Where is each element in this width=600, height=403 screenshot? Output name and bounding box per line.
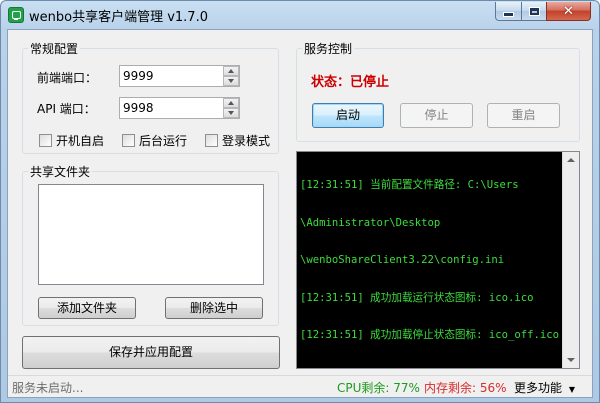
- window-title: wenbo共享客户端管理 v1.7.0: [29, 10, 208, 25]
- minimize-button[interactable]: [495, 2, 522, 21]
- shared-folders-list[interactable]: [38, 184, 264, 285]
- log-scrollbar[interactable]: [562, 152, 579, 368]
- arrow-up-icon: [228, 69, 234, 73]
- delete-selected-button[interactable]: 删除选中: [165, 297, 263, 319]
- log-line: [12:31:51] 成功加载停止状态图标: ico_off.ico: [300, 329, 560, 341]
- stop-button[interactable]: 停止: [400, 103, 473, 128]
- arrow-down-icon: [228, 111, 234, 115]
- autostart-label: 开机自启: [56, 134, 105, 148]
- close-icon: ✕: [563, 3, 574, 19]
- autostart-checkbox-box[interactable]: [39, 134, 52, 147]
- add-folder-button[interactable]: 添加文件夹: [38, 297, 136, 319]
- api-port-down-button[interactable]: [223, 108, 239, 118]
- api-port-up-button[interactable]: [223, 98, 239, 108]
- background-run-checkbox[interactable]: 后台运行: [122, 132, 187, 149]
- arrow-down-icon: [228, 79, 234, 83]
- close-button[interactable]: ✕: [546, 2, 591, 21]
- service-status-text: 状态：已停止: [311, 75, 390, 90]
- app-window: wenbo共享客户端管理 v1.7.0 ✕ 常规配置 前端端口： 9999 AP…: [0, 0, 600, 403]
- more-functions-label: 更多功能: [514, 381, 563, 395]
- api-port-label: API 端口：: [37, 102, 96, 116]
- background-run-label: 后台运行: [139, 134, 188, 148]
- app-logo-icon: [8, 7, 24, 23]
- start-button[interactable]: 启动: [312, 103, 384, 128]
- arrow-up-icon: [567, 158, 575, 162]
- service-control-title: 服务控制: [302, 40, 355, 57]
- cpu-remaining: CPU剩余: 77%: [337, 381, 420, 395]
- api-port-spin-buttons: [223, 98, 239, 118]
- autostart-checkbox[interactable]: 开机自启: [39, 132, 104, 149]
- client-area: 常规配置 前端端口： 9999 API 端口： 9998 开机自启 后台运行 登…: [7, 29, 593, 398]
- save-apply-button[interactable]: 保存并应用配置: [22, 336, 280, 369]
- frontend-port-spin-buttons: [223, 66, 239, 86]
- scroll-up-button[interactable]: [563, 152, 579, 168]
- arrow-down-icon: [567, 358, 575, 362]
- frontend-port-value[interactable]: 9999: [123, 69, 154, 83]
- memory-remaining: 内存剩余: 56%: [424, 381, 507, 395]
- shared-folders-title: 共享文件夹: [28, 163, 93, 180]
- title-bar[interactable]: wenbo共享客户端管理 v1.7.0 ✕: [1, 1, 599, 29]
- scroll-down-button[interactable]: [563, 352, 579, 368]
- maximize-icon: [528, 6, 540, 16]
- login-mode-label: 登录模式: [222, 134, 271, 148]
- background-run-checkbox-box[interactable]: [122, 134, 135, 147]
- arrow-up-icon: [228, 101, 234, 105]
- status-bar: 服务未启动... CPU剩余: 77% 内存剩余: 56% 更多功能 ▼: [8, 375, 592, 397]
- frontend-port-label: 前端端口：: [37, 71, 98, 85]
- maximize-button[interactable]: [521, 2, 547, 21]
- log-lines: [12:31:51] 当前配置文件路径: C:\Users \Administr…: [300, 154, 562, 367]
- frontend-port-down-button[interactable]: [223, 76, 239, 86]
- log-line: [12:31:51] 当前配置文件路径: C:\Users: [300, 179, 519, 191]
- log-console[interactable]: [12:31:51] 当前配置文件路径: C:\Users \Administr…: [296, 151, 580, 369]
- login-mode-checkbox-box[interactable]: [205, 134, 218, 147]
- restart-button[interactable]: 重启: [487, 103, 560, 128]
- dropdown-caret-icon: ▼: [568, 385, 575, 394]
- status-message: 服务未启动...: [12, 381, 84, 395]
- log-line: \wenboShareClient3.22\config.ini: [300, 254, 505, 266]
- more-functions-button[interactable]: 更多功能 ▼: [514, 379, 575, 396]
- frontend-port-up-button[interactable]: [223, 66, 239, 76]
- general-settings-title: 常规配置: [28, 40, 81, 57]
- api-port-value[interactable]: 9998: [123, 101, 154, 115]
- frontend-port-stepper[interactable]: 9999: [119, 65, 240, 87]
- minimize-icon: [503, 11, 514, 17]
- log-line: [12:31:51] 成功加载运行状态图标: ico.ico: [300, 291, 534, 304]
- api-port-stepper[interactable]: 9998: [119, 97, 240, 119]
- login-mode-checkbox[interactable]: 登录模式: [205, 132, 270, 149]
- log-line: \Administrator\Desktop: [300, 216, 441, 229]
